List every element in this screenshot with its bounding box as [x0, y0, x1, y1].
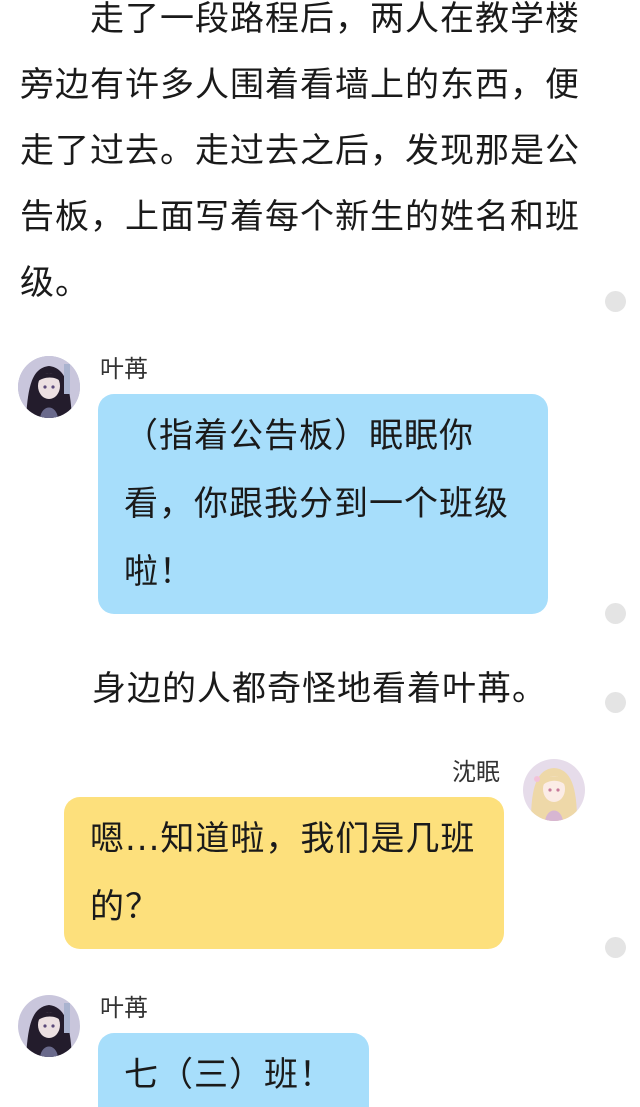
speaker-name: 沈眠 — [452, 758, 500, 786]
story-chat-page: 走了一段路程后，两人在教学楼旁边有许多人围着看墙上的东西，便走了过去。走过去之后… — [0, 0, 640, 1107]
chat-bubble[interactable]: 七（三）班！ — [98, 1033, 369, 1107]
speaker-name: 叶苒 — [100, 355, 148, 383]
chat-bubble[interactable]: 嗯...知道啦，我们是几班的？ — [64, 797, 504, 949]
avatar-yeran[interactable] — [18, 995, 80, 1057]
comment-dot-icon[interactable] — [605, 603, 626, 624]
chat-bubble[interactable]: （指着公告板）眠眠你看，你跟我分到一个班级啦！ — [98, 394, 548, 614]
blonde-girl-avatar-icon — [523, 759, 585, 821]
avatar-yeran[interactable] — [18, 356, 80, 418]
narration-paragraph-middle: 身边的人都奇怪地看着叶苒。 — [92, 669, 547, 709]
comment-dot-icon[interactable] — [605, 291, 626, 312]
speaker-name: 叶苒 — [100, 994, 148, 1022]
comment-dot-icon[interactable] — [605, 937, 626, 958]
comment-dot-icon[interactable] — [605, 692, 626, 713]
avatar-shenmian[interactable] — [523, 759, 585, 821]
dark-haired-girl-avatar-icon — [18, 356, 80, 418]
narration-paragraph-top: 走了一段路程后，两人在教学楼旁边有许多人围着看墙上的东西，便走了过去。走过去之后… — [20, 0, 580, 303]
dark-haired-girl-avatar-icon — [18, 995, 80, 1057]
